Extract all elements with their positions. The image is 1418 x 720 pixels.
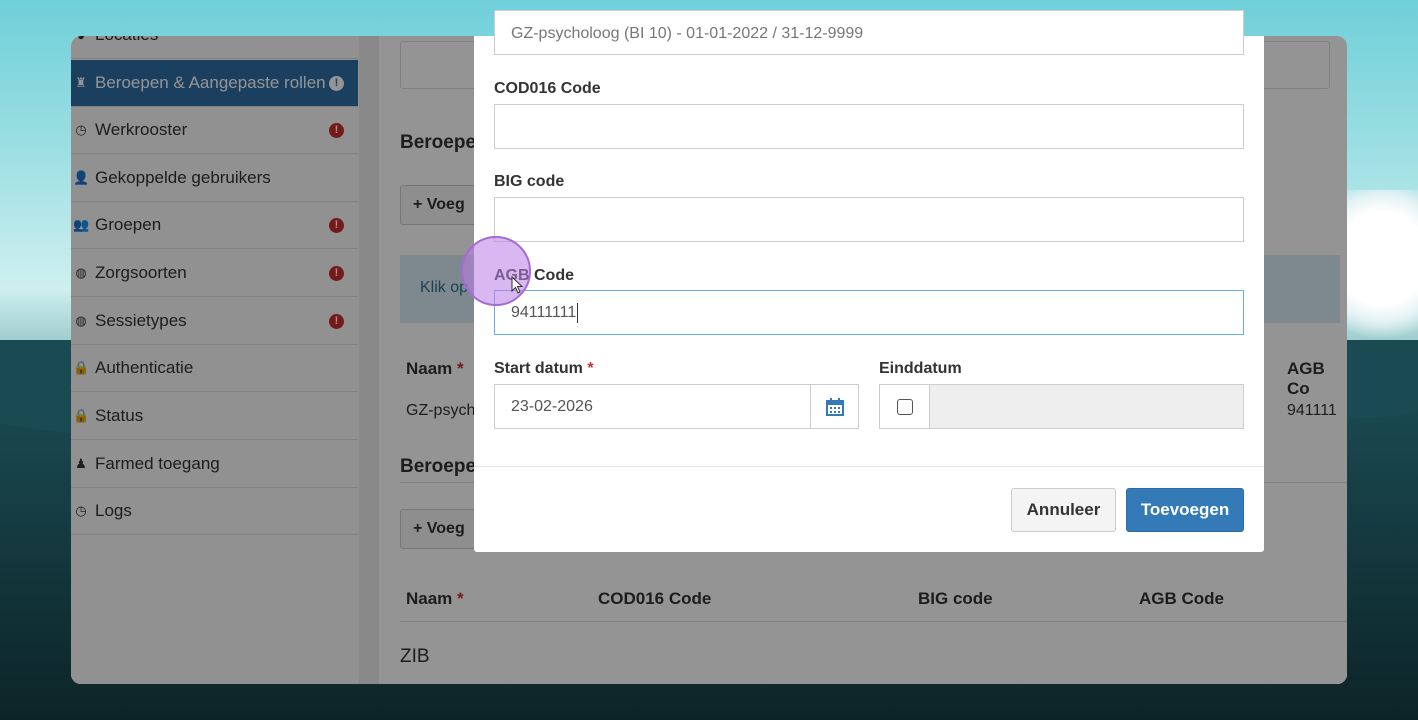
agb-input[interactable]: 94111111: [494, 290, 1244, 335]
beroep-select-value: GZ-psycholoog (BI 10) - 01-01-2022 / 31-…: [511, 25, 864, 42]
start-date-group: 23-02-2026: [494, 384, 859, 429]
modal-footer-divider: [474, 466, 1264, 467]
add-button[interactable]: Toevoegen: [1126, 488, 1244, 532]
start-date-input[interactable]: 23-02-2026: [511, 385, 593, 428]
end-date-toggle[interactable]: [880, 385, 930, 428]
calendar-icon: [825, 397, 844, 416]
calendar-button[interactable]: [810, 385, 858, 428]
end-date-group: [879, 384, 1244, 429]
beroep-select[interactable]: GZ-psycholoog (BI 10) - 01-01-2022 / 31-…: [494, 10, 1244, 55]
cod-input[interactable]: [494, 104, 1244, 149]
add-beroep-modal: GZ-psycholoog (BI 10) - 01-01-2022 / 31-…: [474, 10, 1264, 552]
end-date-checkbox[interactable]: [896, 398, 913, 415]
mouse-pointer-icon: [511, 276, 523, 294]
agb-input-value: 94111111: [511, 304, 577, 321]
big-label: BIG code: [494, 173, 565, 190]
required-mark: *: [587, 360, 594, 377]
start-date-label-text: Start datum: [494, 360, 583, 377]
big-input[interactable]: [494, 197, 1244, 242]
cancel-button[interactable]: Annuleer: [1011, 488, 1116, 532]
cursor-highlight: [461, 236, 531, 306]
end-date-label: Einddatum: [879, 360, 962, 377]
cod-label: COD016 Code: [494, 80, 601, 97]
start-date-label: Start datum *: [494, 360, 594, 378]
text-caret: [577, 302, 579, 323]
